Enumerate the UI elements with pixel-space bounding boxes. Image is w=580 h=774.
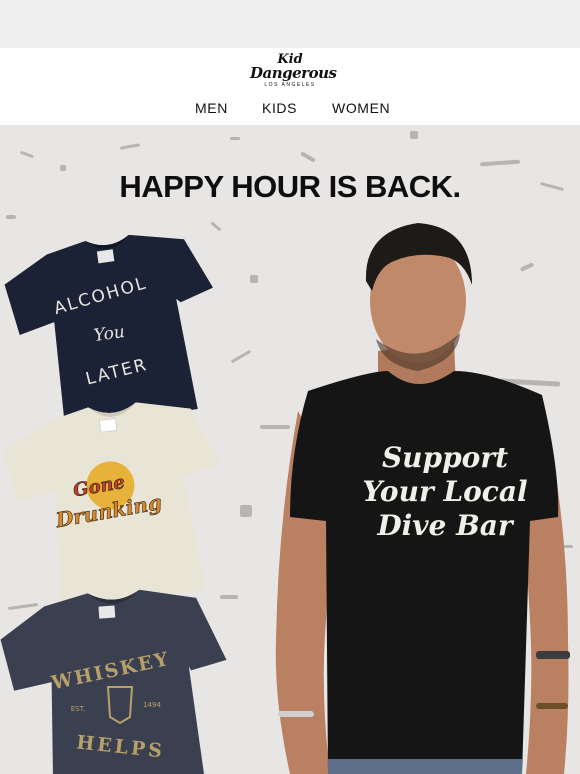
texture-speck bbox=[300, 151, 316, 163]
shirt-gone-drunking[interactable]: Gone Drunking bbox=[0, 400, 255, 605]
logo-line2: Dangerous bbox=[250, 64, 337, 82]
brand-logo[interactable]: Kid Dangerous LOS ANGELES bbox=[250, 53, 337, 94]
nav-women[interactable]: WOMEN bbox=[332, 100, 390, 116]
nav-kids[interactable]: KIDS bbox=[262, 100, 297, 116]
shirt-whiskey-helps[interactable]: WHISKEY EST. 1494 HELPS bbox=[0, 585, 255, 774]
main-nav: MEN KIDS WOMEN bbox=[0, 100, 580, 120]
texture-speck bbox=[230, 137, 240, 140]
top-spacer bbox=[0, 0, 580, 48]
featured-line3: Dive Bar bbox=[377, 509, 513, 542]
shirt-alcohol-you-later[interactable]: ALCOHOL You LATER bbox=[0, 235, 245, 425]
nav-men[interactable]: MEN bbox=[195, 100, 228, 116]
site-header: Kid Dangerous LOS ANGELES MEN KIDS WOMEN bbox=[0, 48, 580, 125]
texture-speck bbox=[119, 143, 141, 150]
shirt3-right-text: 1494 bbox=[143, 701, 161, 709]
texture-speck bbox=[479, 159, 521, 167]
shirt3-left-text: EST. bbox=[71, 705, 86, 713]
hero-headline: HAPPY HOUR IS BACK. bbox=[119, 169, 461, 204]
logo-line3: LOS ANGELES bbox=[264, 82, 316, 88]
texture-speck bbox=[6, 215, 16, 219]
featured-line2: Your Local bbox=[362, 475, 528, 508]
shirt1-middle-text: You bbox=[93, 322, 126, 346]
texture-speck bbox=[250, 275, 258, 283]
hero-banner[interactable]: HAPPY HOUR IS BACK. ALCOHOL You LATER Go… bbox=[0, 125, 580, 774]
featured-line1: Support bbox=[381, 441, 509, 474]
texture-speck bbox=[410, 131, 418, 139]
texture-speck bbox=[19, 150, 35, 159]
texture-speck bbox=[210, 221, 222, 232]
featured-shirt-text: Support Your Local Dive Bar bbox=[325, 441, 565, 543]
